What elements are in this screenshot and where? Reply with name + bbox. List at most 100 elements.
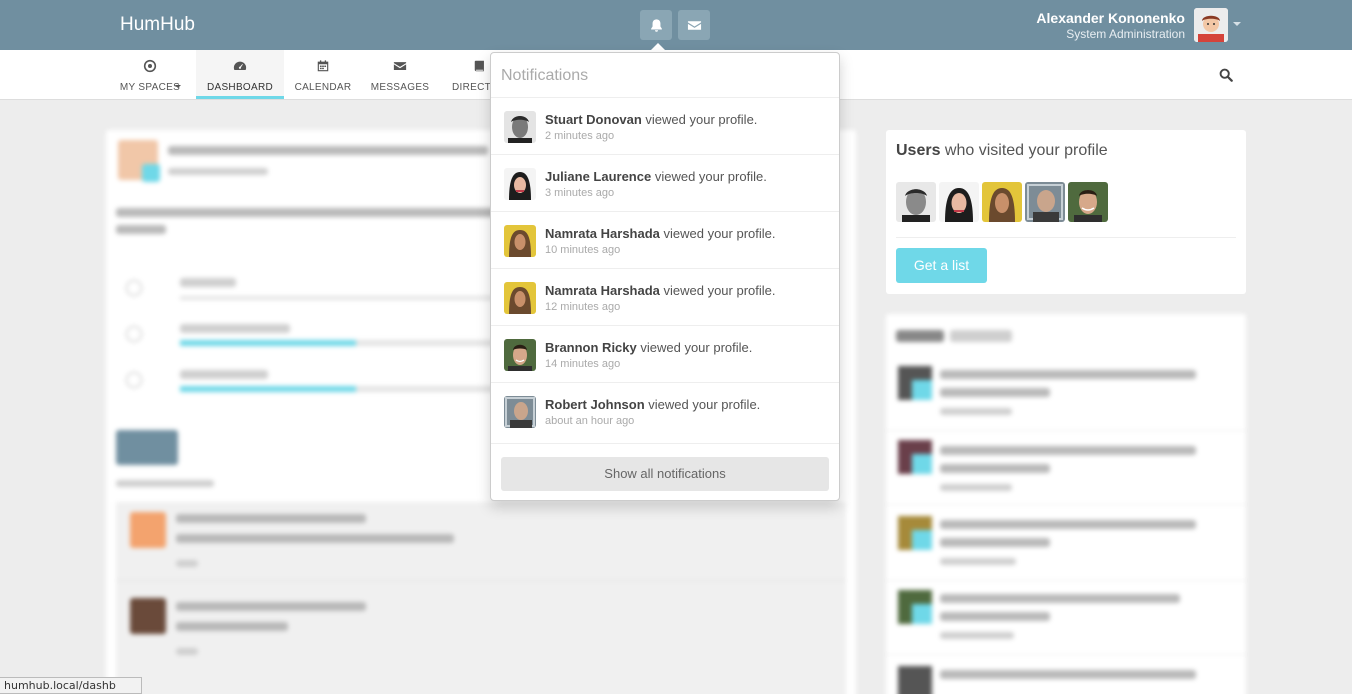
visitor-avatar[interactable] (939, 182, 979, 222)
comment-like-links[interactable] (116, 480, 214, 487)
show-all-notifications-button[interactable]: Show all notifications (501, 457, 829, 491)
space-badge (912, 454, 932, 474)
user-name[interactable]: Alexander Kononenko (1036, 10, 1185, 26)
notification-time: about an hour ago (545, 415, 635, 427)
post-body-text (116, 225, 166, 234)
space-badge (912, 380, 932, 400)
chevron-down-icon (175, 85, 181, 88)
notification-time: 12 minutes ago (545, 301, 621, 313)
comment-like-link[interactable] (176, 648, 198, 655)
notification-avatar (504, 111, 536, 143)
visitors-title: Users who visited your profile (896, 142, 1108, 159)
comments-area (116, 502, 846, 694)
notification-time: 10 minutes ago (545, 244, 621, 256)
user-avatar[interactable] (1194, 8, 1228, 42)
notification-text: Brannon Ricky viewed your profile. (545, 340, 753, 355)
notification-item[interactable]: Stuart Donovan viewed your profile. 2 mi… (491, 97, 839, 154)
nav-calendar[interactable]: CALENDAR (288, 50, 358, 99)
dropdown-arrow (649, 43, 667, 52)
notification-item[interactable]: Namrata Harshada viewed your profile. 10… (491, 211, 839, 268)
search-icon (1219, 68, 1233, 82)
notification-time: 3 minutes ago (545, 187, 615, 199)
activity-text (940, 370, 1196, 379)
user-menu-caret-icon[interactable] (1233, 22, 1241, 26)
notification-item[interactable]: Robert Johnson viewed your profile. abou… (491, 382, 839, 439)
nav-dashboard[interactable]: DASHBOARD (196, 50, 284, 99)
activity-text (940, 464, 1050, 473)
activity-time (940, 408, 1012, 415)
latest-activities-panel (886, 314, 1246, 694)
notification-avatar (504, 225, 536, 257)
space-badge (912, 604, 932, 624)
space-badge (142, 164, 160, 182)
activities-title (896, 330, 944, 342)
notification-item[interactable]: Namrata Harshada viewed your profile. 12… (491, 268, 839, 325)
visitor-avatar[interactable] (982, 182, 1022, 222)
nav-label: CALENDAR (294, 82, 352, 93)
notifications-list: Stuart Donovan viewed your profile. 2 mi… (491, 97, 839, 439)
visitor-avatar[interactable] (896, 182, 936, 222)
poll-radio[interactable] (126, 326, 142, 342)
space-badge (912, 530, 932, 550)
comment-author (176, 514, 366, 523)
envelope-icon (687, 20, 701, 30)
comment-like-link[interactable] (176, 560, 198, 567)
activity-text (940, 388, 1050, 397)
notification-item[interactable]: Brannon Ricky viewed your profile. 14 mi… (491, 325, 839, 382)
notification-text: Juliane Laurence viewed your profile. (545, 169, 767, 184)
vote-button[interactable] (116, 430, 178, 465)
post-header-text (168, 146, 488, 155)
notification-time: 14 minutes ago (545, 358, 621, 370)
notification-avatar (504, 282, 536, 314)
poll-bar-fill (180, 386, 356, 392)
poll-option-label (180, 370, 268, 379)
comment-avatar (130, 598, 166, 634)
poll-bar-track (180, 296, 500, 300)
activity-divider (886, 430, 1246, 431)
notifications-title: Notifications (501, 67, 589, 84)
notifications-divider (491, 443, 839, 444)
poll-radio[interactable] (126, 372, 142, 388)
dashboard-icon (233, 61, 247, 71)
messages-button[interactable] (678, 10, 710, 40)
visitor-avatar[interactable] (1068, 182, 1108, 222)
envelope-icon (393, 62, 407, 70)
activity-time (940, 484, 1012, 491)
notification-text: Namrata Harshada viewed your profile. (545, 283, 776, 298)
post-body-text (116, 208, 496, 217)
book-icon (474, 60, 484, 72)
poll-radio[interactable] (126, 280, 142, 296)
notifications-dropdown: Notifications Stuart Donovan viewed your… (490, 52, 840, 501)
poll-option-label (180, 324, 290, 333)
user-role: System Administration (1066, 27, 1185, 41)
post-time-text (168, 168, 268, 175)
activity-divider (886, 654, 1246, 655)
calendar-icon (317, 60, 329, 72)
activity-text (940, 594, 1180, 603)
activity-text (940, 538, 1050, 547)
visitors-divider (896, 237, 1236, 238)
notification-time: 2 minutes ago (545, 130, 615, 142)
nav-label: MESSAGES (370, 82, 430, 93)
activity-time (940, 632, 1014, 639)
target-icon (143, 59, 157, 73)
nav-label: DASHBOARD (206, 82, 274, 93)
activity-text (940, 670, 1196, 679)
notifications-button[interactable] (640, 10, 672, 40)
activity-avatar (898, 666, 932, 694)
comment-text (176, 622, 288, 631)
search-button[interactable] (1219, 68, 1233, 82)
visitor-avatar[interactable] (1025, 182, 1065, 222)
nav-messages[interactable]: MESSAGES (364, 50, 436, 99)
get-a-list-button[interactable]: Get a list (896, 248, 987, 283)
nav-my-spaces[interactable]: MY SPACES (110, 50, 190, 99)
activity-text (940, 612, 1050, 621)
comment-author (176, 602, 366, 611)
brand-logo[interactable]: HumHub (120, 14, 195, 36)
notification-text: Robert Johnson viewed your profile. (545, 397, 761, 412)
comment-avatar (130, 512, 166, 548)
notification-item[interactable]: Juliane Laurence viewed your profile. 3 … (491, 154, 839, 211)
notification-avatar (504, 396, 536, 428)
activity-text (940, 520, 1196, 529)
activity-divider (886, 504, 1246, 505)
